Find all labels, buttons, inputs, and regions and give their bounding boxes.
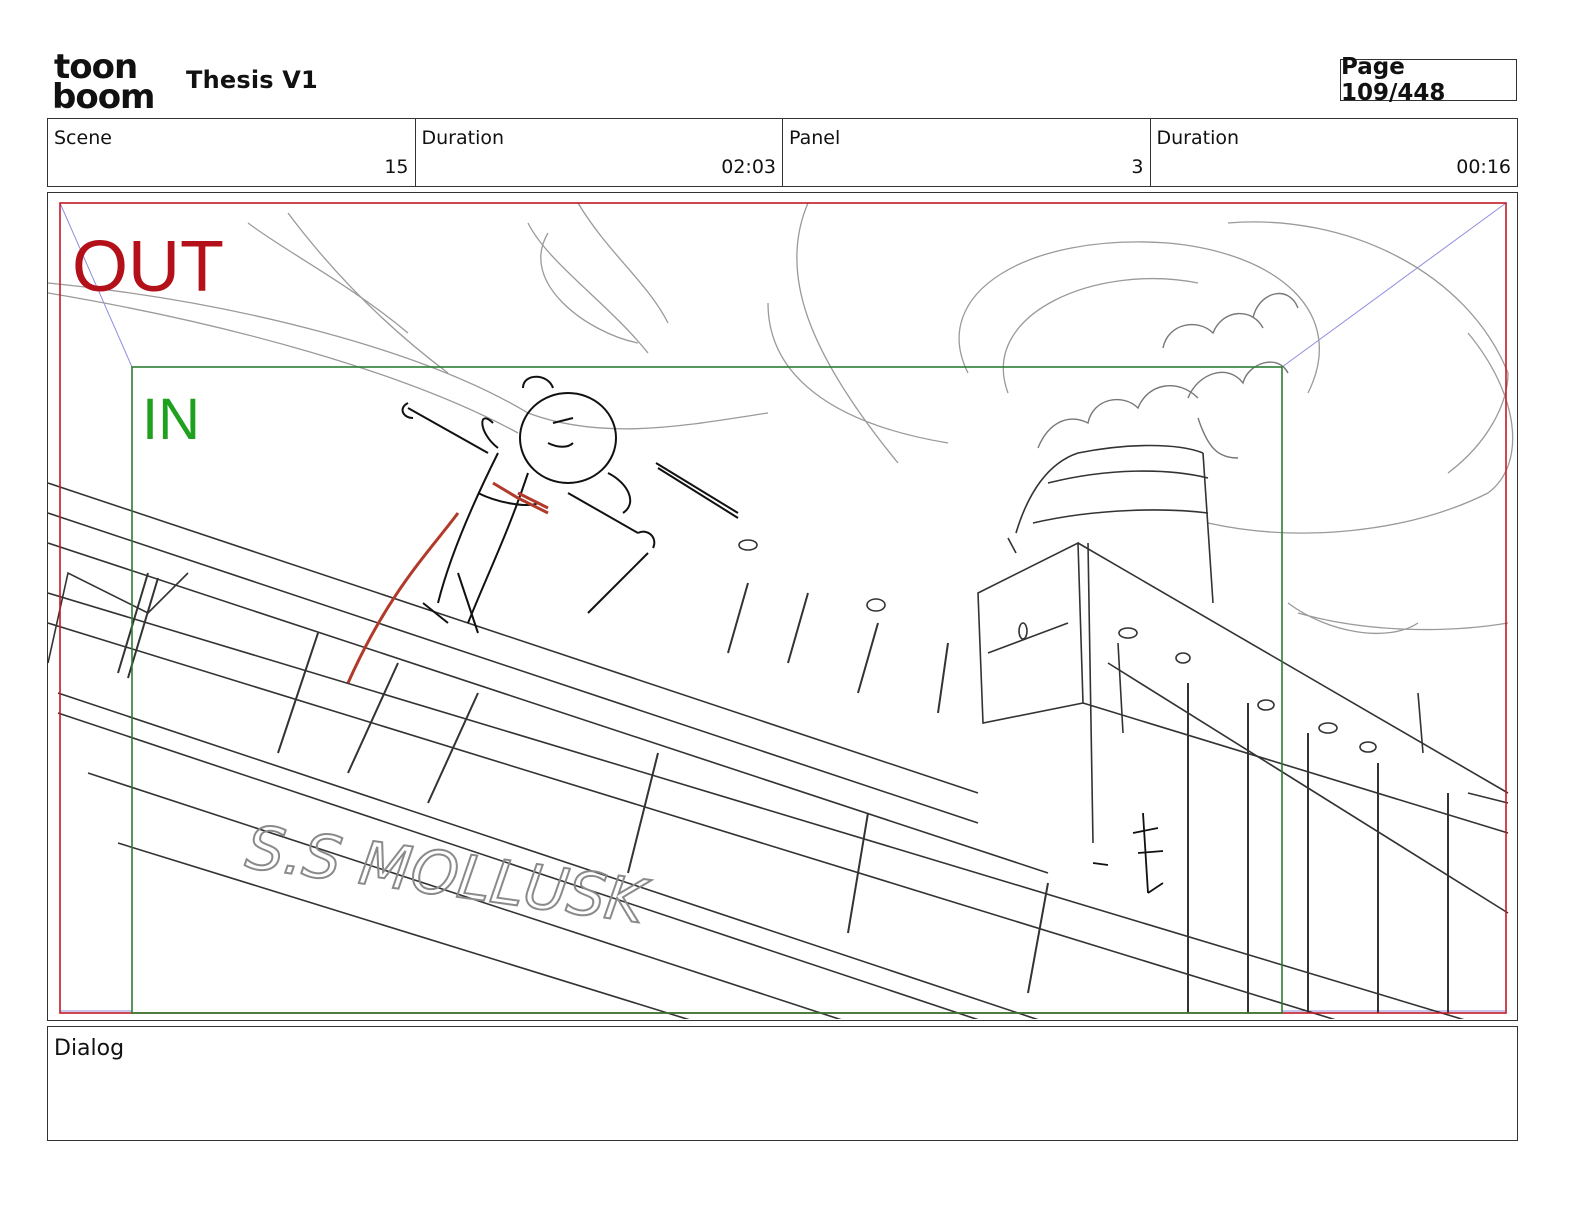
ship-sketch bbox=[48, 482, 1509, 1019]
dialog-box: Dialog bbox=[47, 1026, 1518, 1141]
out-label: OUT bbox=[72, 227, 224, 307]
portholes bbox=[738, 539, 1377, 753]
scene-value: 15 bbox=[384, 156, 409, 178]
camera-guides bbox=[59, 202, 1507, 1012]
scene-duration-label: Duration bbox=[421, 127, 505, 149]
red-accent-sketch bbox=[346, 481, 549, 684]
panel-label: Panel bbox=[789, 127, 841, 149]
cloud-sketch bbox=[48, 202, 1514, 634]
scene-cell: Scene 15 bbox=[48, 119, 416, 186]
project-title: Thesis V1 bbox=[186, 66, 318, 94]
panel-value: 3 bbox=[1131, 156, 1144, 178]
storyboard-panel: OUT IN S.S MOLLUSK bbox=[47, 192, 1518, 1021]
in-label: IN bbox=[142, 387, 200, 452]
scene-duration-cell: Duration 02:03 bbox=[416, 119, 783, 186]
scene-label: Scene bbox=[54, 127, 112, 149]
panel-duration-value: 00:16 bbox=[1456, 156, 1511, 178]
panel-duration-label: Duration bbox=[1156, 127, 1240, 149]
chimney-sketch bbox=[1007, 444, 1214, 604]
scene-duration-value: 02:03 bbox=[721, 156, 776, 178]
panel-cell: Panel 3 bbox=[783, 119, 1151, 186]
in-frame bbox=[131, 366, 1283, 1014]
deck-figure-sketch bbox=[1092, 812, 1164, 894]
character-sketch bbox=[401, 375, 739, 634]
smoke-sketch bbox=[1037, 292, 1299, 459]
ship-windows bbox=[117, 572, 1449, 1013]
info-strip: Scene 15 Duration 02:03 Panel 3 Duration… bbox=[47, 118, 1518, 187]
toonboom-logo: toon boom bbox=[52, 50, 155, 112]
storyboard-sketch: OUT IN S.S MOLLUSK bbox=[48, 202, 1514, 1019]
page-indicator: Page 109/448 bbox=[1340, 54, 1517, 106]
panel-duration-cell: Duration 00:16 bbox=[1151, 119, 1518, 186]
logo-line-bottom: boom bbox=[52, 77, 154, 112]
dialog-label: Dialog bbox=[54, 1036, 125, 1061]
ship-name-text: S.S MOLLUSK bbox=[242, 813, 654, 939]
